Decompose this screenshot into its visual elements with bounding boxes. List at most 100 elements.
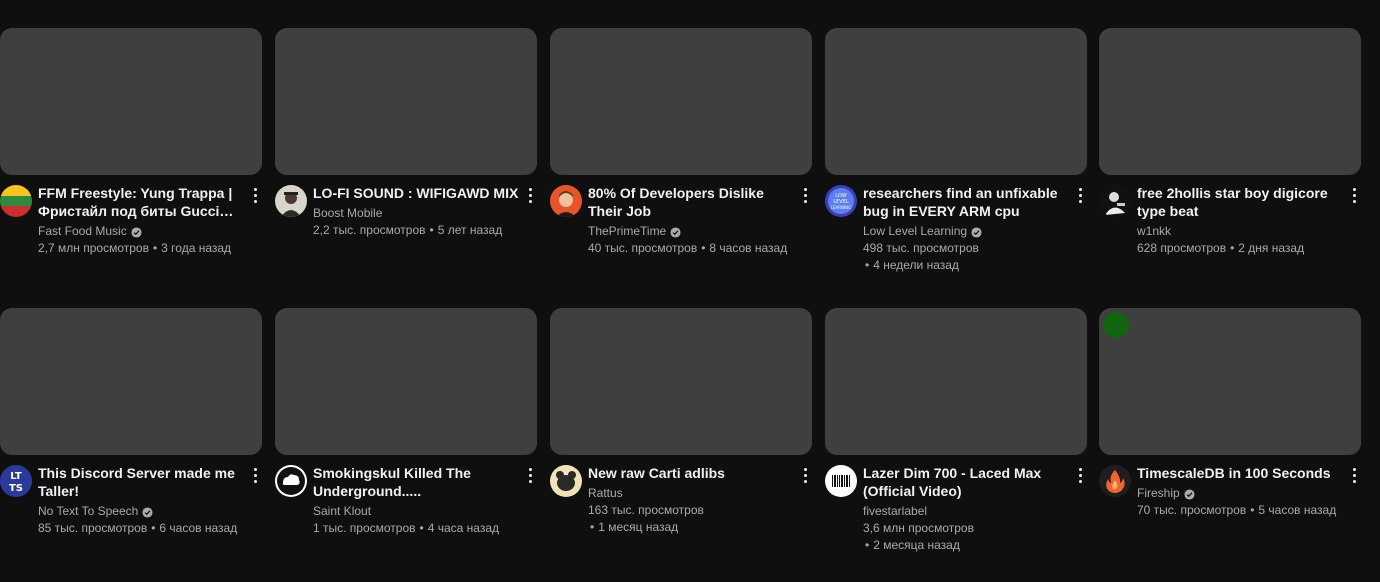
video-details: New raw Carti adlibs Rattus 163 тыс. просм… — [588, 464, 796, 536]
video-stats: 2,2 тыс. просмотров 5 лет назад — [313, 222, 521, 239]
video-thumbnail[interactable] — [1099, 308, 1361, 455]
video-details: LO-FI SOUND : WIFIGAWD MIX Boost Mobile 2,… — [313, 184, 521, 239]
upload-age: 4 часа назад — [427, 521, 500, 535]
video-title[interactable]: free 2hollis star boy digicore type beat — [1137, 184, 1345, 220]
channel-name[interactable]: Fast Food Music — [38, 223, 127, 240]
video-title[interactable]: New raw Carti adlibs — [588, 464, 796, 482]
more-actions-icon[interactable] — [1347, 186, 1361, 204]
video-stats: 3,6 млн просмотров 2 месяца назад — [863, 520, 1071, 554]
video-title[interactable]: Lazer Dim 700 - Laced Max (Official Vide… — [863, 464, 1071, 500]
separator-dot — [416, 521, 428, 535]
channel-avatar[interactable] — [550, 185, 582, 217]
upload-age: 1 месяц назад — [588, 519, 796, 536]
video-title[interactable]: TimescaleDB in 100 Seconds — [1137, 464, 1345, 482]
video-title[interactable]: This Discord Server made me Taller! — [38, 464, 246, 500]
more-actions-icon[interactable] — [523, 466, 537, 484]
view-count: 2,2 тыс. просмотров — [313, 223, 426, 237]
person-avatar — [275, 185, 307, 217]
upload-age: 2 месяца назад — [863, 537, 1071, 554]
more-actions-icon[interactable] — [798, 186, 812, 204]
more-actions-icon[interactable] — [1073, 186, 1087, 204]
video-stats: 70 тыс. просмотров 5 часов назад — [1137, 502, 1345, 519]
video-details: 80% Of Developers Dislike Their Job ThePr… — [588, 184, 796, 257]
video-title[interactable]: LO-FI SOUND : WIFIGAWD MIX — [313, 184, 521, 202]
video-thumbnail[interactable] — [0, 308, 262, 455]
video-thumbnail[interactable] — [825, 28, 1087, 175]
verified-badge-icon — [971, 226, 982, 238]
video-stats: 163 тыс. просмотров 1 месяц назад — [588, 502, 796, 536]
low-level-learning-avatar: LOW LEVEL LEARNING — [825, 185, 857, 217]
cloud-avatar — [275, 465, 307, 497]
channel-name[interactable]: Saint Klout — [313, 503, 371, 520]
more-actions-icon[interactable] — [248, 466, 262, 484]
view-count: 163 тыс. просмотров — [588, 503, 704, 517]
video-thumbnail[interactable] — [0, 28, 262, 175]
view-count: 1 тыс. просмотров — [313, 521, 416, 535]
separator-dot — [1226, 241, 1238, 255]
upload-age: 6 часов назад — [159, 521, 238, 535]
video-details: TimescaleDB in 100 Seconds Fireship 70 тыс… — [1137, 464, 1345, 519]
video-title[interactable]: FFM Freestyle: Yung Trappa | Фристайл по… — [38, 184, 246, 220]
channel-row: Fast Food Music — [38, 223, 246, 240]
video-stats: 40 тыс. просмотров 8 часов назад — [588, 240, 796, 257]
view-count: 85 тыс. просмотров — [38, 521, 148, 535]
channel-name[interactable]: Fireship — [1137, 485, 1180, 502]
channel-avatar[interactable]: LOW LEVEL LEARNING — [825, 185, 857, 217]
channel-row: ThePrimeTime — [588, 223, 796, 240]
video-thumbnail[interactable] — [275, 28, 537, 175]
more-actions-icon[interactable] — [1073, 466, 1087, 484]
svg-text:LT: LT — [10, 471, 22, 482]
video-thumbnail[interactable] — [275, 308, 537, 455]
video-title[interactable]: 80% Of Developers Dislike Their Job — [588, 184, 796, 220]
video-stats: 1 тыс. просмотров 4 часа назад — [313, 520, 521, 537]
channel-avatar[interactable]: LT TS — [0, 465, 32, 497]
channel-name[interactable]: No Text To Speech — [38, 503, 138, 520]
video-stats: 628 просмотров 2 дня назад — [1137, 240, 1345, 257]
more-actions-icon[interactable] — [523, 186, 537, 204]
upload-age: 4 недели назад — [863, 257, 1071, 274]
verified-badge-icon — [670, 226, 681, 238]
upload-age: 3 года назад — [161, 241, 232, 255]
view-count: 2,7 млн просмотров — [38, 241, 149, 255]
view-count: 70 тыс. просмотров — [1137, 503, 1247, 517]
video-stats: 2,7 млн просмотров 3 года назад — [38, 240, 246, 257]
bw-person-avatar — [1099, 185, 1131, 217]
channel-avatar[interactable] — [550, 465, 582, 497]
barcode-avatar — [825, 465, 857, 497]
channel-avatar[interactable] — [0, 185, 32, 217]
channel-row: Low Level Learning — [863, 223, 1071, 240]
channel-name[interactable]: Boost Mobile — [313, 205, 382, 222]
more-actions-icon[interactable] — [248, 186, 262, 204]
channel-row: Rattus — [588, 485, 796, 502]
video-stats: 498 тыс. просмотров 4 недели назад — [863, 240, 1071, 274]
more-actions-icon[interactable] — [798, 466, 812, 484]
separator-dot — [697, 241, 709, 255]
channel-name[interactable]: w1nkk — [1137, 223, 1171, 240]
video-title[interactable]: researchers find an unfixable bug in EVE… — [863, 184, 1071, 220]
channel-name[interactable]: Low Level Learning — [863, 223, 967, 240]
video-details: This Discord Server made me Taller! No Te… — [38, 464, 246, 537]
channel-name[interactable]: Rattus — [588, 485, 623, 502]
video-thumbnail[interactable] — [550, 308, 812, 455]
channel-name[interactable]: fivestarlabel — [863, 503, 927, 520]
video-details: Lazer Dim 700 - Laced Max (Official Vide… — [863, 464, 1071, 554]
video-thumbnail[interactable] — [1099, 28, 1361, 175]
video-thumbnail[interactable] — [550, 28, 812, 175]
separator-dot — [426, 223, 438, 237]
channel-row: w1nkk — [1137, 223, 1345, 240]
svg-text:LEARNING: LEARNING — [831, 205, 852, 210]
video-details: researchers find an unfixable bug in EVE… — [863, 184, 1071, 274]
channel-avatar[interactable] — [1099, 185, 1131, 217]
channel-avatar[interactable] — [275, 465, 307, 497]
more-actions-icon[interactable] — [1347, 466, 1361, 484]
video-thumbnail[interactable] — [825, 308, 1087, 455]
channel-avatar[interactable] — [825, 465, 857, 497]
upload-age: 2 дня назад — [1238, 241, 1305, 255]
channel-name[interactable]: ThePrimeTime — [588, 223, 666, 240]
channel-avatar[interactable] — [275, 185, 307, 217]
video-title[interactable]: Smokingskul Killed The Underground..... — [313, 464, 521, 500]
verified-badge-icon — [1184, 488, 1195, 500]
upload-age: 8 часов назад — [709, 241, 788, 255]
channel-row: Boost Mobile — [313, 205, 521, 222]
channel-avatar[interactable] — [1099, 465, 1131, 497]
